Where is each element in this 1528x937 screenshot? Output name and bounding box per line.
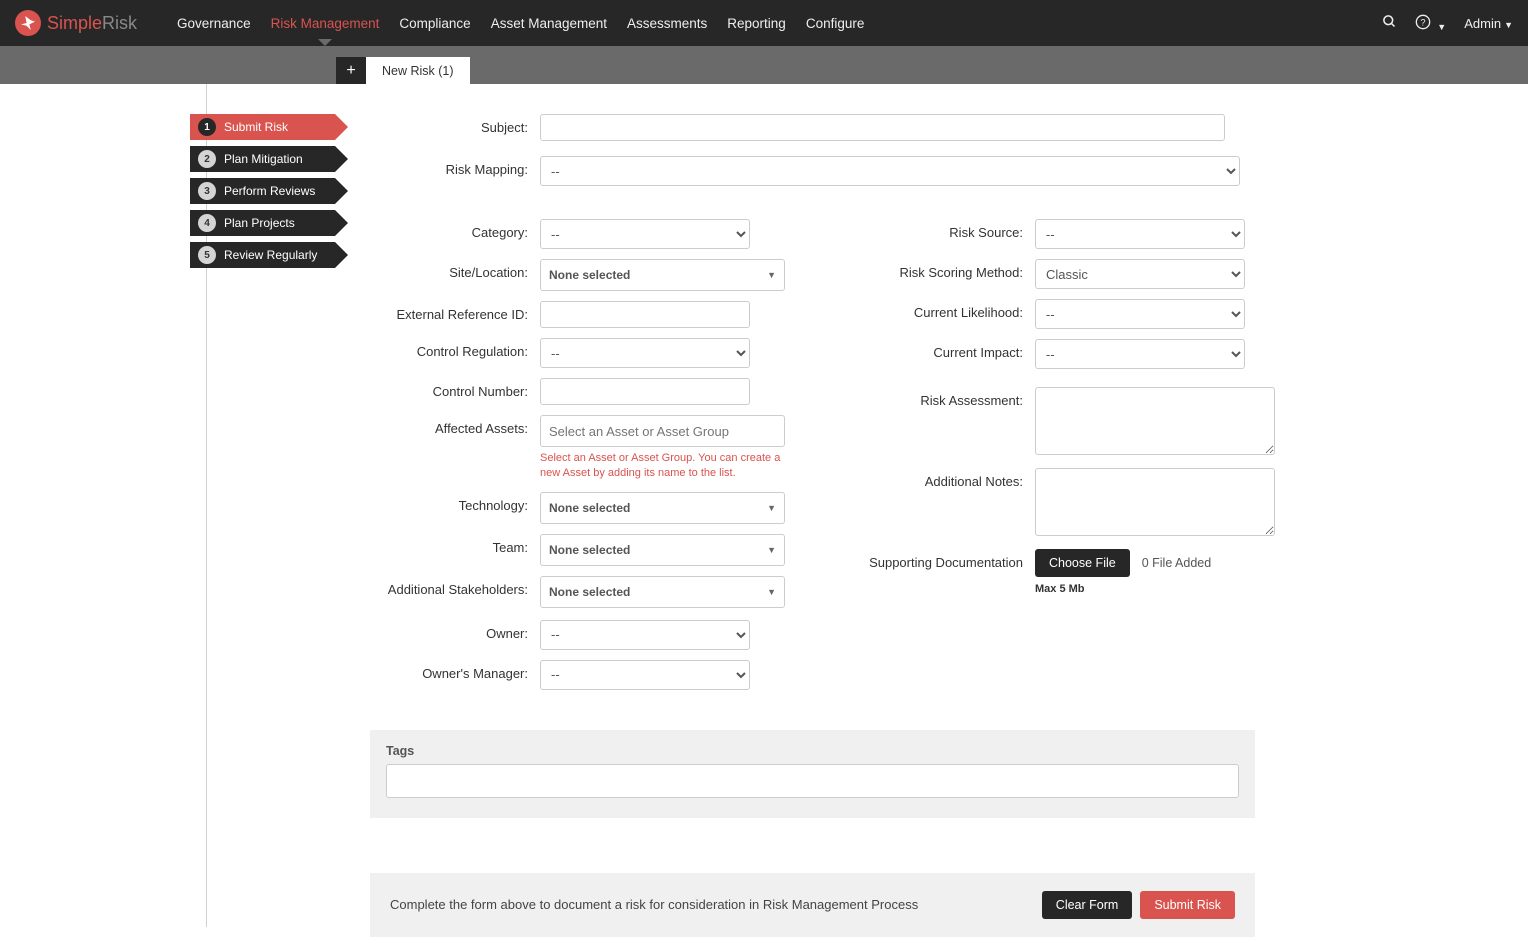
form-footer: Complete the form above to document a ri… [370, 873, 1255, 937]
footer-text: Complete the form above to document a ri… [390, 897, 918, 912]
technology-multiselect[interactable]: None selected▼ [540, 492, 785, 524]
affected-assets-label: Affected Assets: [355, 415, 540, 436]
risk-mapping-label: Risk Mapping: [355, 156, 540, 177]
risk-source-select[interactable]: -- [1035, 219, 1245, 249]
step-submit-risk[interactable]: 1Submit Risk [190, 114, 335, 140]
owners-manager-select[interactable]: -- [540, 660, 750, 690]
stakeholders-label: Additional Stakeholders: [355, 576, 540, 597]
team-label: Team: [355, 534, 540, 555]
external-ref-input[interactable] [540, 301, 750, 328]
tab-new-risk[interactable]: New Risk (1) [366, 57, 470, 84]
site-location-multiselect[interactable]: None selected▼ [540, 259, 785, 291]
scoring-method-label: Risk Scoring Method: [835, 259, 1035, 280]
nav-reporting[interactable]: Reporting [727, 2, 786, 45]
risk-assessment-textarea[interactable] [1035, 387, 1275, 455]
likelihood-label: Current Likelihood: [835, 299, 1035, 320]
affected-assets-helper: Select an Asset or Asset Group. You can … [540, 451, 785, 482]
site-location-label: Site/Location: [355, 259, 540, 280]
owners-manager-label: Owner's Manager: [355, 660, 540, 681]
risk-source-label: Risk Source: [835, 219, 1035, 240]
risk-form: Subject: Risk Mapping: -- Category: -- S… [355, 114, 1275, 937]
team-multiselect[interactable]: None selected▼ [540, 534, 785, 566]
external-ref-label: External Reference ID: [355, 301, 540, 322]
nav-assessments[interactable]: Assessments [627, 2, 707, 45]
help-icon[interactable]: ? ▼ [1415, 14, 1447, 33]
risk-assessment-label: Risk Assessment: [835, 387, 1035, 408]
tags-section: Tags [370, 730, 1255, 818]
nav-compliance[interactable]: Compliance [399, 2, 470, 45]
control-number-label: Control Number: [355, 378, 540, 399]
control-regulation-label: Control Regulation: [355, 338, 540, 359]
stakeholders-multiselect[interactable]: None selected▼ [540, 576, 785, 608]
subject-input[interactable] [540, 114, 1225, 141]
tags-title: Tags [386, 744, 1239, 758]
main-nav: Governance Risk Management Compliance As… [177, 2, 864, 45]
affected-assets-input[interactable] [540, 415, 785, 447]
tab-add-button[interactable]: + [336, 57, 366, 84]
impact-label: Current Impact: [835, 339, 1035, 360]
nav-governance[interactable]: Governance [177, 2, 251, 45]
technology-label: Technology: [355, 492, 540, 513]
likelihood-select[interactable]: -- [1035, 299, 1245, 329]
nav-configure[interactable]: Configure [806, 2, 865, 45]
brand-text: SimpleRisk [47, 13, 137, 34]
scoring-method-select[interactable]: Classic [1035, 259, 1245, 289]
tags-input[interactable] [386, 764, 1239, 798]
brand-logo[interactable]: SimpleRisk [15, 10, 137, 36]
file-added-status: 0 File Added [1142, 556, 1212, 570]
app-header: SimpleRisk Governance Risk Management Co… [0, 0, 1528, 46]
step-plan-projects[interactable]: 4Plan Projects [190, 210, 335, 236]
supporting-doc-label: Supporting Documentation [835, 549, 1035, 570]
subject-label: Subject: [355, 114, 540, 135]
impact-select[interactable]: -- [1035, 339, 1245, 369]
admin-menu[interactable]: Admin▼ [1464, 16, 1513, 31]
search-icon[interactable] [1382, 14, 1397, 32]
control-number-input[interactable] [540, 378, 750, 405]
additional-notes-textarea[interactable] [1035, 468, 1275, 536]
owner-label: Owner: [355, 620, 540, 641]
additional-notes-label: Additional Notes: [835, 468, 1035, 489]
nav-risk-management[interactable]: Risk Management [271, 2, 380, 45]
step-plan-mitigation[interactable]: 2Plan Mitigation [190, 146, 335, 172]
tab-bar: + New Risk (1) [0, 46, 1528, 84]
file-max-size: Max 5 Mb [1035, 583, 1275, 595]
svg-text:?: ? [1420, 17, 1425, 27]
category-select[interactable]: -- [540, 219, 750, 249]
nav-asset-management[interactable]: Asset Management [491, 2, 607, 45]
owner-select[interactable]: -- [540, 620, 750, 650]
step-perform-reviews[interactable]: 3Perform Reviews [190, 178, 335, 204]
workflow-steps: 1Submit Risk 2Plan Mitigation 3Perform R… [190, 114, 335, 937]
choose-file-button[interactable]: Choose File [1035, 549, 1130, 577]
category-label: Category: [355, 219, 540, 240]
control-regulation-select[interactable]: -- [540, 338, 750, 368]
simplerisk-icon [15, 10, 41, 36]
risk-mapping-select[interactable]: -- [540, 156, 1240, 186]
step-review-regularly[interactable]: 5Review Regularly [190, 242, 335, 268]
